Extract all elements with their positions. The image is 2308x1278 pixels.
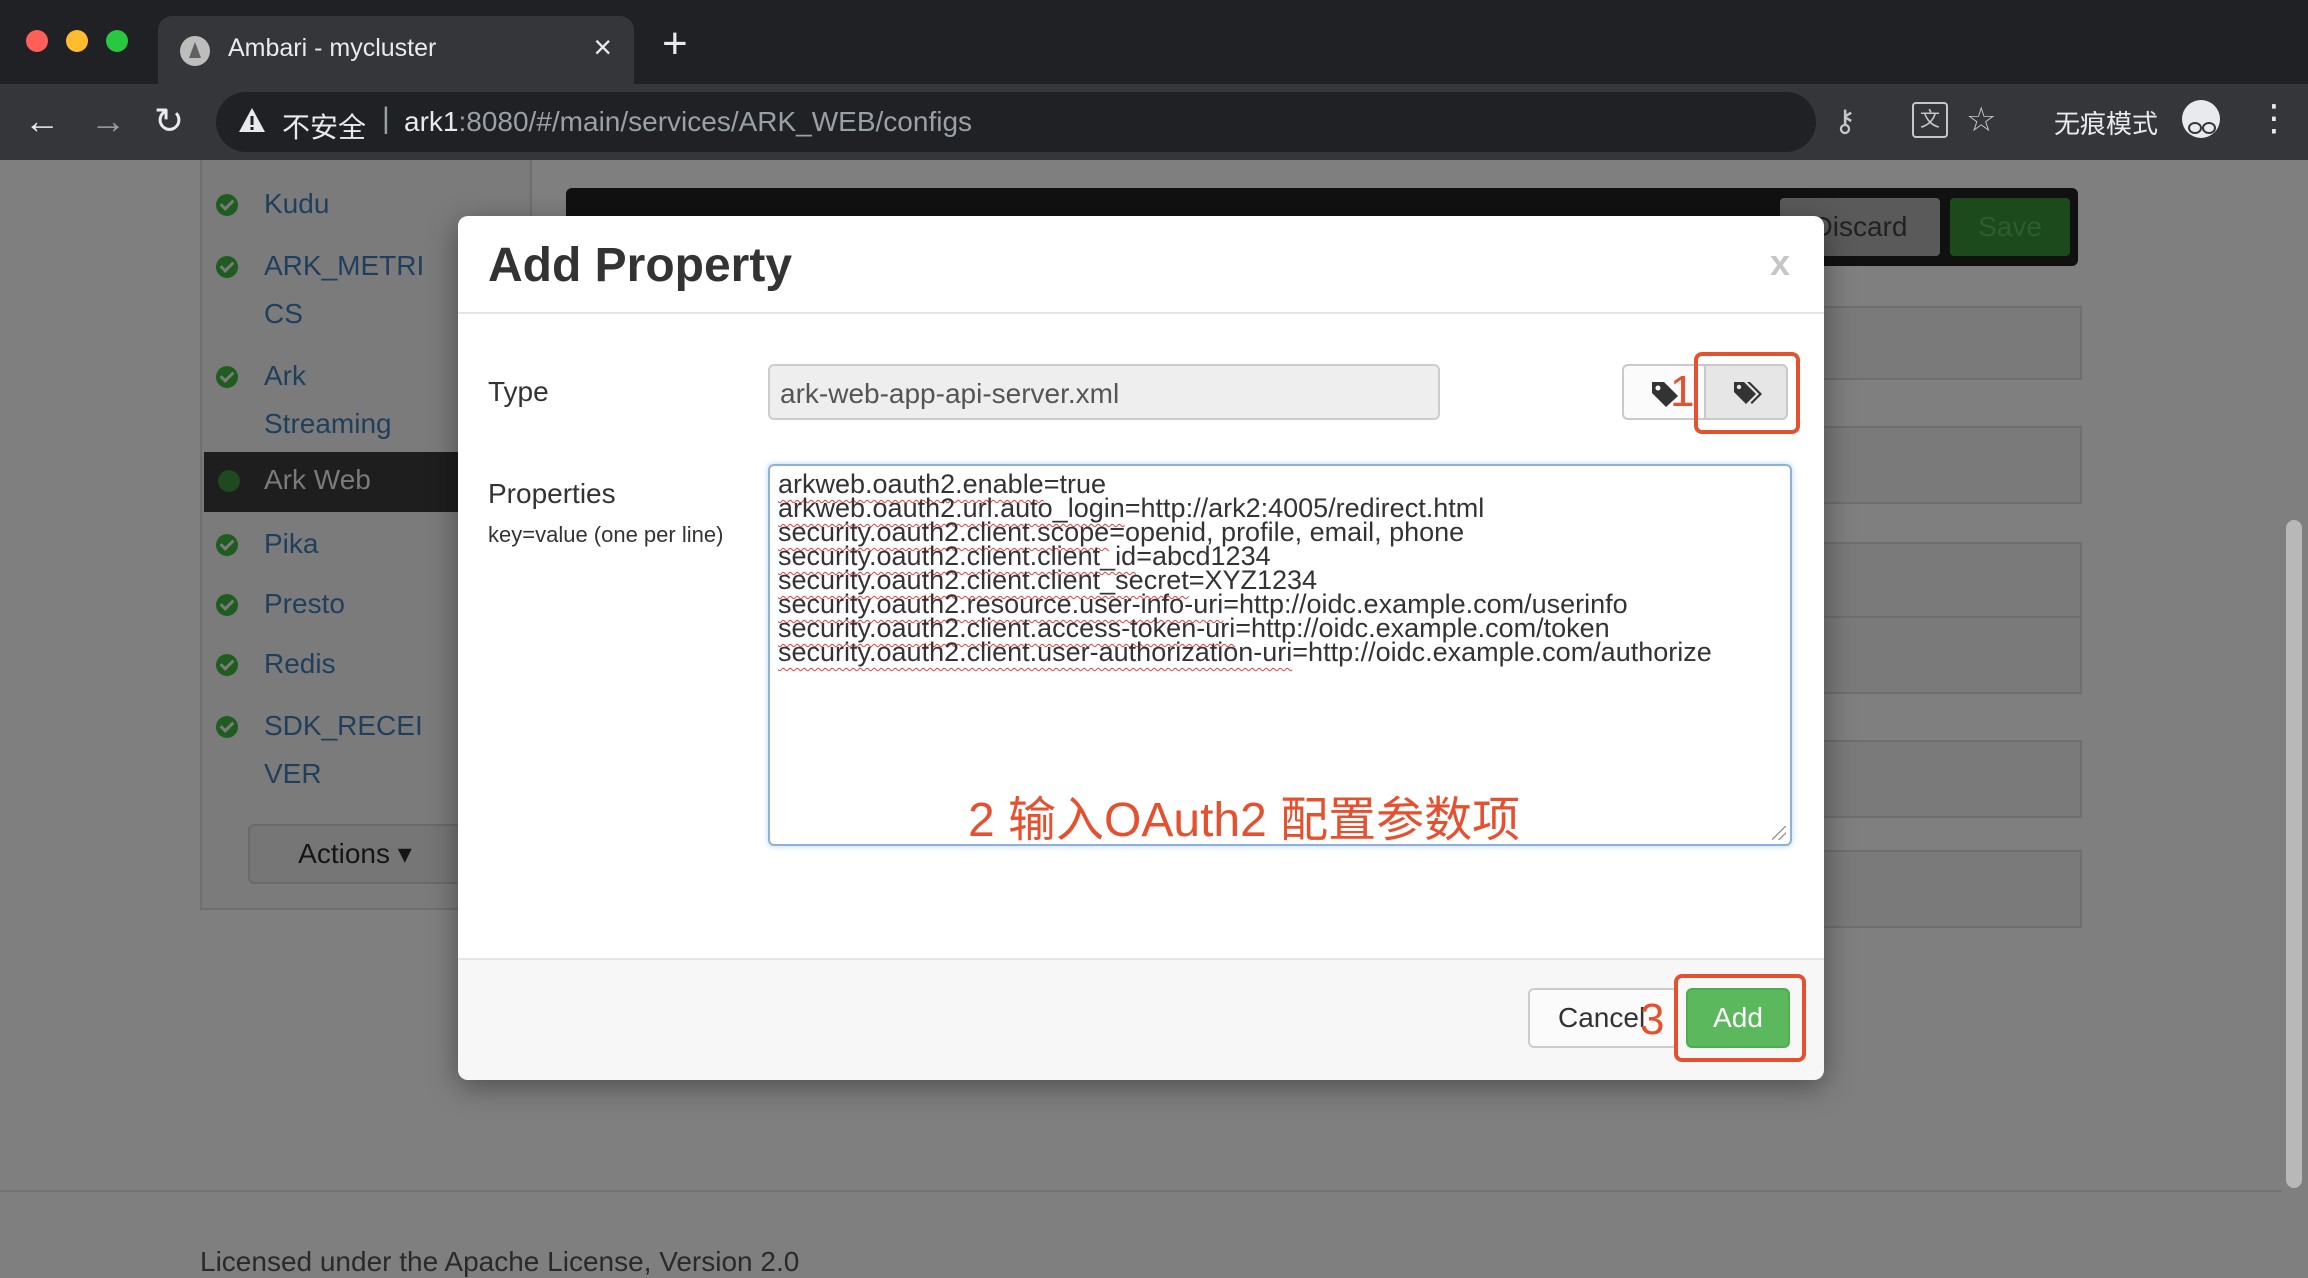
annotation-highlight-box bbox=[1674, 974, 1806, 1062]
translate-icon[interactable]: 文 bbox=[1912, 102, 1948, 138]
property-key: security.oauth2.client.user-authorizatio… bbox=[778, 637, 1293, 667]
service-name: Pika bbox=[264, 528, 319, 559]
status-ok-icon bbox=[216, 654, 238, 676]
close-icon[interactable]: x bbox=[1770, 242, 1790, 284]
property-value: http://oidc.example.com/authorize bbox=[1308, 637, 1712, 667]
status-ok-icon bbox=[216, 194, 238, 216]
new-tab-icon[interactable]: + bbox=[662, 22, 688, 66]
security-label[interactable]: 不安全 bbox=[282, 106, 366, 146]
annotation-step-1: 1 bbox=[1670, 367, 1695, 416]
annotation-step-3: 3 bbox=[1640, 995, 1665, 1044]
browser-toolbar: ← → ↻ 不安全 | ark1:8080/#/main/services/AR… bbox=[0, 84, 2308, 160]
footer-divider bbox=[0, 1190, 2282, 1192]
status-ok-icon bbox=[216, 594, 238, 616]
window-minimize-button[interactable] bbox=[66, 30, 88, 52]
incognito-icon[interactable] bbox=[2182, 100, 2220, 138]
status-ok-icon bbox=[216, 256, 238, 278]
config-row bbox=[1810, 306, 2082, 380]
service-name: Streaming bbox=[264, 408, 392, 439]
window-close-button[interactable] bbox=[26, 30, 48, 52]
service-name: Redis bbox=[264, 648, 336, 679]
window-zoom-button[interactable] bbox=[106, 30, 128, 52]
modal-header: Add Property x bbox=[458, 216, 1824, 314]
config-row bbox=[1810, 542, 2082, 620]
ambari-favicon-icon bbox=[180, 36, 210, 66]
annotation-step-2: 2 输入OAuth2 配置参数项 bbox=[968, 794, 1521, 847]
service-name: Kudu bbox=[264, 188, 330, 219]
service-name: Ark Web bbox=[264, 464, 371, 495]
service-name: ARK_METRI bbox=[264, 250, 425, 281]
incognito-label[interactable]: 无痕模式 bbox=[2054, 104, 2158, 141]
page-scrollbar-thumb[interactable] bbox=[2286, 520, 2302, 1188]
property-line: security.oauth2.client.user-authorizatio… bbox=[778, 637, 1712, 667]
config-row bbox=[1810, 740, 2082, 818]
modal-title: Add Property bbox=[488, 239, 793, 292]
license-text: Licensed under the Apache License, Versi… bbox=[200, 1246, 800, 1277]
key-icon[interactable]: ⚷ bbox=[1834, 104, 1856, 139]
more-icon[interactable]: ⋮ bbox=[2256, 96, 2292, 140]
status-ok-icon bbox=[216, 366, 238, 388]
textarea-resize-handle[interactable] bbox=[1772, 826, 1786, 840]
annotation-highlight-box bbox=[1694, 352, 1800, 434]
warning-icon bbox=[239, 108, 265, 132]
url-text[interactable]: ark1:8080/#/main/services/ARK_WEB/config… bbox=[404, 106, 972, 138]
config-row bbox=[1810, 426, 2082, 504]
service-name: Ark bbox=[264, 360, 306, 391]
tab-close-icon[interactable]: × bbox=[593, 30, 612, 64]
address-bar[interactable]: 不安全 | ark1:8080/#/main/services/ARK_WEB/… bbox=[216, 92, 1996, 152]
browser-tab-bar: Ambari - mycluster × + bbox=[0, 0, 2308, 84]
url-host: ark1 bbox=[404, 106, 459, 137]
service-name: CS bbox=[264, 298, 303, 329]
add-property-modal: Add Property x Type ark-web-app-api-serv… bbox=[458, 216, 1824, 1080]
star-icon[interactable]: ☆ bbox=[1966, 100, 1996, 140]
save-button[interactable]: Save bbox=[1950, 198, 2070, 256]
service-name: SDK_RECEI bbox=[264, 710, 423, 741]
tab-title: Ambari - mycluster bbox=[228, 34, 437, 62]
config-row bbox=[1810, 850, 2082, 928]
service-name: Presto bbox=[264, 588, 345, 619]
service-name: VER bbox=[264, 758, 322, 789]
type-field: ark-web-app-api-server.xml bbox=[768, 364, 1440, 420]
status-ok-icon bbox=[216, 534, 238, 556]
back-icon[interactable]: ← bbox=[24, 98, 60, 144]
url-path: :8080/#/main/services/ARK_WEB/configs bbox=[458, 106, 973, 137]
url-separator: | bbox=[382, 102, 390, 135]
actions-dropdown-button[interactable]: Actions ▾ bbox=[248, 824, 462, 884]
actions-label: Actions bbox=[298, 838, 390, 869]
status-ok-icon bbox=[218, 470, 240, 492]
browser-tab[interactable]: Ambari - mycluster × bbox=[158, 16, 634, 84]
config-row bbox=[1810, 616, 2082, 694]
reload-icon[interactable]: ↻ bbox=[154, 98, 184, 144]
properties-hint: key=value (one per line) bbox=[488, 522, 724, 547]
type-label: Type bbox=[488, 376, 549, 407]
forward-icon[interactable]: → bbox=[90, 98, 126, 144]
properties-label: Properties bbox=[488, 478, 616, 509]
status-ok-icon bbox=[216, 716, 238, 738]
